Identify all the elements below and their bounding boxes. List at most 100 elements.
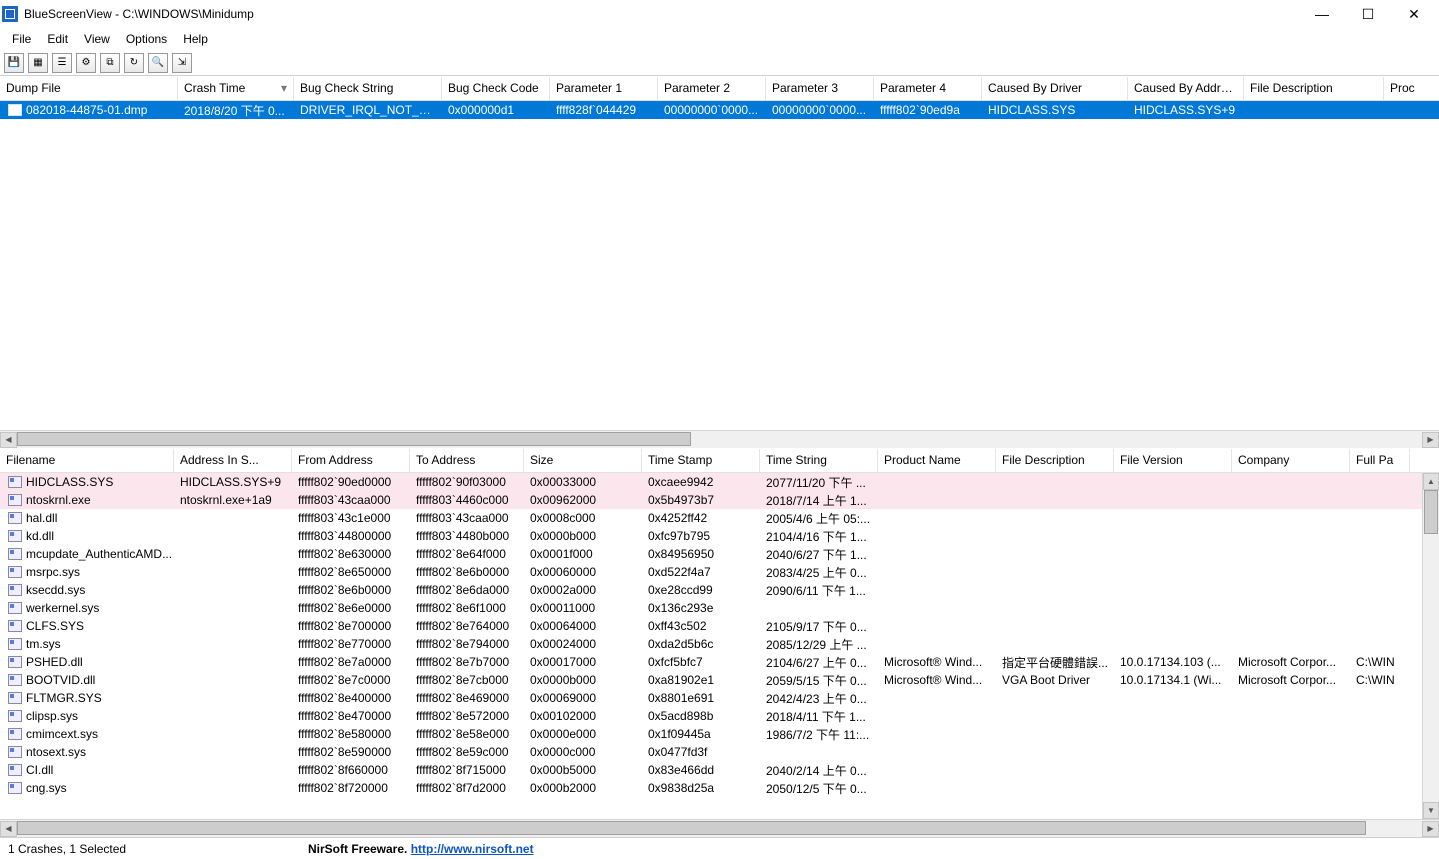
table-row[interactable]: ntoskrnl.exentoskrnl.exe+1a9fffff803`43c… bbox=[0, 491, 1439, 509]
table-row[interactable]: HIDCLASS.SYSHIDCLASS.SYS+9fffff802`90ed0… bbox=[0, 473, 1439, 491]
scroll-left-icon[interactable]: ◀ bbox=[0, 432, 17, 448]
toolbar-properties-icon[interactable]: ☰ bbox=[52, 53, 72, 73]
module-list-rows: HIDCLASS.SYSHIDCLASS.SYS+9fffff802`90ed0… bbox=[0, 473, 1439, 819]
module-icon bbox=[8, 584, 22, 596]
table-row[interactable]: 082018-44875-01.dmp2018/8/20 下午 0...DRIV… bbox=[0, 101, 1439, 119]
column-header[interactable]: Time String bbox=[760, 449, 878, 472]
column-header[interactable]: Parameter 1 bbox=[550, 77, 658, 100]
module-icon bbox=[8, 494, 22, 506]
dump-list-rows: 082018-44875-01.dmp2018/8/20 下午 0...DRIV… bbox=[0, 101, 1439, 430]
column-header[interactable]: Address In S... bbox=[174, 449, 292, 472]
maximize-button[interactable]: ☐ bbox=[1345, 0, 1391, 28]
toolbar-export-icon[interactable]: ⇲ bbox=[172, 53, 192, 73]
window-title: BlueScreenView - C:\WINDOWS\Minidump bbox=[24, 7, 1299, 21]
titlebar: BlueScreenView - C:\WINDOWS\Minidump — ☐… bbox=[0, 0, 1439, 28]
table-row[interactable]: clipsp.sysfffff802`8e470000fffff802`8e57… bbox=[0, 707, 1439, 725]
module-icon bbox=[8, 728, 22, 740]
column-header[interactable]: Parameter 2 bbox=[658, 77, 766, 100]
module-list-pane: FilenameAddress In S...From AddressTo Ad… bbox=[0, 448, 1439, 837]
table-row[interactable]: ksecdd.sysfffff802`8e6b0000fffff802`8e6d… bbox=[0, 581, 1439, 599]
column-header[interactable]: Product Name bbox=[878, 449, 996, 472]
column-header[interactable]: Caused By Address bbox=[1128, 77, 1244, 100]
module-icon bbox=[8, 476, 22, 488]
table-row[interactable]: BOOTVID.dllfffff802`8e7c0000fffff802`8e7… bbox=[0, 671, 1439, 689]
close-button[interactable]: ✕ bbox=[1391, 0, 1437, 28]
column-header[interactable]: File Description bbox=[1244, 77, 1384, 100]
column-header[interactable]: Full Pa bbox=[1350, 449, 1410, 472]
module-icon bbox=[8, 746, 22, 758]
dump-list-pane: Dump FileCrash TimeBug Check StringBug C… bbox=[0, 76, 1439, 448]
module-icon bbox=[8, 638, 22, 650]
column-header[interactable]: Company bbox=[1232, 449, 1350, 472]
module-icon bbox=[8, 566, 22, 578]
statusbar: 1 Crashes, 1 Selected NirSoft Freeware. … bbox=[0, 837, 1439, 859]
menubar: File Edit View Options Help bbox=[0, 28, 1439, 50]
column-header[interactable]: Bug Check String bbox=[294, 77, 442, 100]
column-header[interactable]: Time Stamp bbox=[642, 449, 760, 472]
module-list-vscroll[interactable]: ▲ ▼ bbox=[1422, 473, 1439, 819]
module-icon bbox=[8, 602, 22, 614]
minimize-button[interactable]: — bbox=[1299, 0, 1345, 28]
table-row[interactable]: CI.dllfffff802`8f660000fffff802`8f715000… bbox=[0, 761, 1439, 779]
column-header[interactable]: Parameter 3 bbox=[766, 77, 874, 100]
module-icon bbox=[8, 674, 22, 686]
column-header[interactable]: Caused By Driver bbox=[982, 77, 1128, 100]
column-header[interactable]: Size bbox=[524, 449, 642, 472]
table-row[interactable]: cng.sysfffff802`8f720000fffff802`8f7d200… bbox=[0, 779, 1439, 797]
dump-list-hscroll[interactable]: ◀ ▶ bbox=[0, 430, 1439, 448]
module-list-headers: FilenameAddress In S...From AddressTo Ad… bbox=[0, 449, 1439, 473]
scroll-up-icon[interactable]: ▲ bbox=[1423, 473, 1439, 490]
table-row[interactable]: FLTMGR.SYSfffff802`8e400000fffff802`8e46… bbox=[0, 689, 1439, 707]
toolbar: 💾 ▦ ☰ ⚙ ⧉ ↻ 🔍 ⇲ bbox=[0, 50, 1439, 76]
column-header[interactable]: File Version bbox=[1114, 449, 1232, 472]
module-icon bbox=[8, 530, 22, 542]
column-header[interactable]: From Address bbox=[292, 449, 410, 472]
table-row[interactable]: kd.dllfffff803`44800000fffff803`4480b000… bbox=[0, 527, 1439, 545]
app-icon bbox=[2, 6, 18, 22]
scroll-right-icon[interactable]: ▶ bbox=[1422, 821, 1439, 837]
dump-icon bbox=[8, 104, 22, 116]
menu-file[interactable]: File bbox=[4, 30, 39, 48]
module-icon bbox=[8, 710, 22, 722]
table-row[interactable]: werkernel.sysfffff802`8e6e0000fffff802`8… bbox=[0, 599, 1439, 617]
module-icon bbox=[8, 512, 22, 524]
column-header[interactable]: To Address bbox=[410, 449, 524, 472]
table-row[interactable]: mcupdate_AuthenticAMD...fffff802`8e63000… bbox=[0, 545, 1439, 563]
column-header[interactable]: Dump File bbox=[0, 77, 178, 100]
module-list-hscroll[interactable]: ◀ ▶ bbox=[0, 819, 1439, 837]
module-icon bbox=[8, 692, 22, 704]
scroll-down-icon[interactable]: ▼ bbox=[1423, 802, 1439, 819]
menu-edit[interactable]: Edit bbox=[39, 30, 76, 48]
column-header[interactable]: File Description bbox=[996, 449, 1114, 472]
toolbar-find-icon[interactable]: 🔍 bbox=[148, 53, 168, 73]
scroll-right-icon[interactable]: ▶ bbox=[1422, 432, 1439, 448]
column-header[interactable]: Crash Time bbox=[178, 77, 294, 100]
nirsoft-link[interactable]: http://www.nirsoft.net bbox=[411, 842, 534, 856]
table-row[interactable]: tm.sysfffff802`8e770000fffff802`8e794000… bbox=[0, 635, 1439, 653]
table-row[interactable]: PSHED.dllfffff802`8e7a0000fffff802`8e7b7… bbox=[0, 653, 1439, 671]
column-header[interactable]: Proc bbox=[1384, 77, 1439, 100]
table-row[interactable]: CLFS.SYSfffff802`8e700000fffff802`8e7640… bbox=[0, 617, 1439, 635]
table-row[interactable]: cmimcext.sysfffff802`8e580000fffff802`8e… bbox=[0, 725, 1439, 743]
toolbar-save-icon[interactable]: 💾 bbox=[4, 53, 24, 73]
dump-list-headers: Dump FileCrash TimeBug Check StringBug C… bbox=[0, 77, 1439, 101]
status-text: 1 Crashes, 1 Selected bbox=[8, 842, 308, 856]
menu-view[interactable]: View bbox=[76, 30, 118, 48]
column-header[interactable]: Filename bbox=[0, 449, 174, 472]
table-row[interactable]: hal.dllfffff803`43c1e000fffff803`43caa00… bbox=[0, 509, 1439, 527]
toolbar-view-icon[interactable]: ▦ bbox=[28, 53, 48, 73]
module-icon bbox=[8, 620, 22, 632]
toolbar-copy-icon[interactable]: ⧉ bbox=[100, 53, 120, 73]
menu-help[interactable]: Help bbox=[175, 30, 216, 48]
table-row[interactable]: ntosext.sysfffff802`8e590000fffff802`8e5… bbox=[0, 743, 1439, 761]
toolbar-options-icon[interactable]: ⚙ bbox=[76, 53, 96, 73]
module-icon bbox=[8, 764, 22, 776]
module-icon bbox=[8, 548, 22, 560]
scroll-left-icon[interactable]: ◀ bbox=[0, 821, 17, 837]
table-row[interactable]: msrpc.sysfffff802`8e650000fffff802`8e6b0… bbox=[0, 563, 1439, 581]
menu-options[interactable]: Options bbox=[118, 30, 175, 48]
column-header[interactable]: Bug Check Code bbox=[442, 77, 550, 100]
toolbar-refresh-icon[interactable]: ↻ bbox=[124, 53, 144, 73]
module-icon bbox=[8, 782, 22, 794]
column-header[interactable]: Parameter 4 bbox=[874, 77, 982, 100]
